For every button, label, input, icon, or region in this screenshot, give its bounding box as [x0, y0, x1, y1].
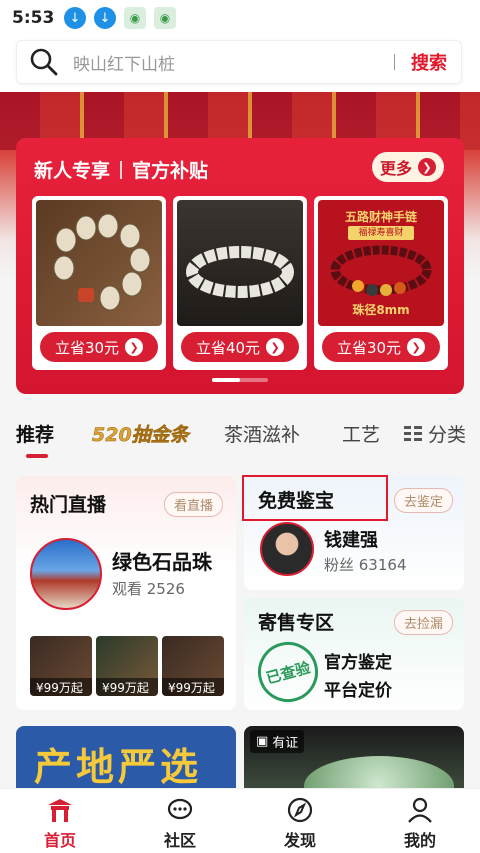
- bottom-navigation: 首页 社区 发现 我的: [0, 788, 480, 853]
- tab-520-gold[interactable]: 520抽金条: [92, 420, 189, 447]
- compass-icon: [286, 797, 314, 823]
- promo-title: 新人专享 官方补贴: [34, 156, 208, 183]
- chevron-right-icon: ❯: [266, 338, 285, 356]
- certified-badge: ▣ 有证: [250, 730, 305, 753]
- hot-live-title: 热门直播: [30, 494, 107, 516]
- expert-name: 钱建强: [324, 530, 378, 551]
- tab-tea-wine[interactable]: 茶酒滋补: [224, 420, 300, 447]
- live-viewers: 观看 2526: [112, 580, 185, 598]
- user-icon: [406, 797, 434, 823]
- download-icon: ↓: [94, 7, 116, 29]
- certificate-icon: ▣: [256, 734, 269, 749]
- chat-bubble-icon: [166, 797, 194, 823]
- expert-avatar[interactable]: [260, 522, 314, 576]
- live-room-avatar[interactable]: [30, 538, 102, 610]
- save-coupon-button[interactable]: 立省40元 ❯: [181, 332, 299, 362]
- nav-discover[interactable]: 发现: [260, 797, 340, 851]
- status-bar: 5:53 ↓ ↓ ◉ ◉: [0, 0, 480, 36]
- promo-product[interactable]: 立省40元 ❯: [173, 196, 307, 370]
- bargain-hunt-button[interactable]: 去捡漏: [394, 610, 454, 635]
- bracelet-image: [36, 200, 162, 326]
- save-coupon-button[interactable]: 立省30元 ❯: [40, 332, 158, 362]
- newcomer-promo-card[interactable]: 新人专享 官方补贴 更多 ❯ 立省30元 ❯ 立省40元 ❯ 五路财神手链 福禄…: [16, 138, 464, 394]
- home-pavilion-icon: [46, 797, 74, 823]
- promo-product[interactable]: 立省30元 ❯: [32, 196, 166, 370]
- consignment-panel[interactable]: 寄售专区 去捡漏 已查验 官方鉴定 平台定价: [244, 598, 464, 710]
- search-button[interactable]: 搜索: [411, 49, 447, 75]
- consign-title: 寄售专区: [258, 612, 335, 634]
- verified-stamp: 已查验: [251, 635, 325, 709]
- app-notification-icon: ◉: [124, 7, 146, 29]
- nav-home[interactable]: 首页: [20, 797, 100, 851]
- save-coupon-button[interactable]: 立省30元 ❯: [322, 332, 440, 362]
- jade-image: [304, 756, 454, 788]
- search-bar[interactable]: 映山红下山桩 搜索: [16, 40, 462, 84]
- live-thumb[interactable]: ¥99万起: [162, 636, 224, 696]
- search-placeholder[interactable]: 映山红下山桩: [73, 50, 394, 75]
- search-icon: [29, 47, 59, 77]
- origin-select-text: 产地严选: [34, 745, 203, 788]
- watch-live-button[interactable]: 看直播: [164, 492, 224, 517]
- category-tabs: 推荐 520抽金条 茶酒滋补 工艺 分类: [0, 410, 480, 462]
- live-thumb[interactable]: ¥99万起: [96, 636, 158, 696]
- tab-craft[interactable]: 工艺: [342, 420, 380, 447]
- nav-profile[interactable]: 我的: [380, 797, 460, 851]
- expert-fans: 粉丝 63164: [324, 556, 407, 574]
- carousel-indicator: [212, 378, 268, 382]
- search-area: 映山红下山桩 搜索: [0, 36, 480, 92]
- live-room-name: 绿色石品珠: [112, 550, 212, 574]
- promo-title-right: 官方补贴: [132, 160, 209, 182]
- more-button[interactable]: 更多 ❯: [372, 152, 444, 182]
- category-button[interactable]: 分类: [403, 420, 466, 447]
- chevron-right-icon: ❯: [407, 338, 426, 356]
- chevron-right-icon: ❯: [418, 158, 436, 176]
- bracelet-image: [177, 200, 303, 326]
- nav-community[interactable]: 社区: [140, 797, 220, 851]
- selection-highlight: [242, 475, 388, 521]
- chevron-right-icon: ❯: [125, 338, 144, 356]
- app-notification-icon: ◉: [154, 7, 176, 29]
- live-thumb[interactable]: ¥99万起: [30, 636, 92, 696]
- status-time: 5:53: [12, 8, 55, 28]
- bracelet-image: 五路财神手链 福禄寿喜财 珠径8mm: [318, 200, 444, 326]
- consign-line2: 平台定价: [324, 681, 392, 701]
- promo-product[interactable]: 五路财神手链 福禄寿喜财 珠径8mm 立省30元 ❯: [314, 196, 448, 370]
- hot-live-panel[interactable]: 热门直播 看直播 绿色石品珠 观看 2526 ¥99万起 ¥99万起 ¥99万起: [16, 476, 236, 710]
- grid-icon: [403, 425, 422, 442]
- origin-select-card[interactable]: 产地严选: [16, 726, 236, 788]
- consign-line1: 官方鉴定: [324, 653, 392, 673]
- go-appraise-button[interactable]: 去鉴定: [394, 488, 454, 513]
- download-icon: ↓: [64, 7, 86, 29]
- certified-item-card[interactable]: ▣ 有证: [244, 726, 464, 788]
- search-divider: [394, 54, 395, 70]
- promo-title-left: 新人专享: [34, 160, 111, 182]
- tab-recommend[interactable]: 推荐: [16, 420, 54, 447]
- active-tab-indicator: [26, 454, 48, 458]
